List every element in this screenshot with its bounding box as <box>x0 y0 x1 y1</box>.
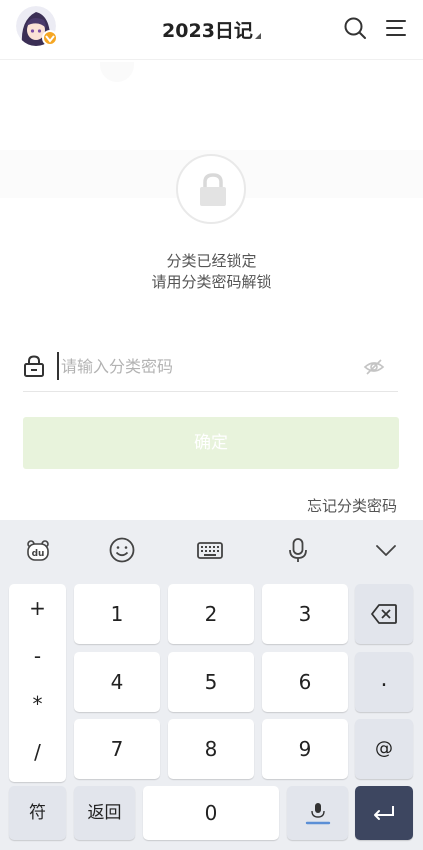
page-title[interactable]: 2023日记 <box>162 16 253 43</box>
dropdown-caret-icon[interactable] <box>254 33 261 39</box>
key-2[interactable]: 2 <box>168 584 254 644</box>
password-input[interactable] <box>57 352 347 380</box>
key-7[interactable]: 7 <box>74 719 160 779</box>
locked-title: 分类已经锁定 <box>166 252 257 270</box>
padlock-icon <box>200 173 226 206</box>
locked-message: 分类已经锁定 请用分类密码解锁 <box>0 251 423 293</box>
symbol-minus-key[interactable]: - <box>9 644 66 668</box>
dot-key[interactable]: . <box>355 652 413 712</box>
password-row <box>23 346 398 392</box>
key-8[interactable]: 8 <box>168 719 254 779</box>
collapse-keyboard-icon[interactable] <box>372 536 400 564</box>
baidu-icon[interactable]: du <box>24 536 52 564</box>
symbol-plus-key[interactable]: + <box>9 596 66 620</box>
enter-key[interactable] <box>355 786 413 840</box>
search-icon[interactable] <box>343 16 367 40</box>
keyboard-icon[interactable] <box>196 536 224 564</box>
lock-illustration <box>176 154 246 224</box>
back-key[interactable]: 返回 <box>74 786 135 840</box>
backspace-icon <box>371 604 397 624</box>
key-0[interactable]: 0 <box>143 786 279 840</box>
locked-hint: 请用分类密码解锁 <box>151 273 272 291</box>
key-5[interactable]: 5 <box>168 652 254 712</box>
symbols-key[interactable]: 符 <box>9 786 66 840</box>
microphone-icon[interactable] <box>284 536 312 564</box>
keyboard-toolbar: du <box>0 520 423 578</box>
voice-mic-icon <box>305 803 330 825</box>
menu-icon[interactable] <box>384 16 408 40</box>
key-9[interactable]: 9 <box>262 719 348 779</box>
symbol-column[interactable]: + - * / <box>9 584 66 782</box>
confirm-button[interactable]: 确定 <box>23 417 399 469</box>
voice-input-key[interactable] <box>287 786 348 840</box>
enter-icon <box>374 806 394 820</box>
forgot-password-link[interactable]: 忘记分类密码 <box>307 495 397 516</box>
numeric-keyboard: du + - * / 1 2 3 4 5 6 7 8 9 . @ 符 返回 0 <box>0 520 423 850</box>
lock-icon <box>23 354 45 378</box>
emoji-icon[interactable] <box>108 536 136 564</box>
symbol-asterisk-key[interactable]: * <box>9 692 66 716</box>
key-6[interactable]: 6 <box>262 652 348 712</box>
key-4[interactable]: 4 <box>74 652 160 712</box>
background-decoration <box>100 62 134 82</box>
symbol-slash-key[interactable]: / <box>9 740 66 764</box>
hide-password-eye-icon[interactable] <box>363 356 385 378</box>
top-bar: 2023日记 <box>0 0 423 60</box>
key-1[interactable]: 1 <box>74 584 160 644</box>
key-3[interactable]: 3 <box>262 584 348 644</box>
backspace-key[interactable] <box>355 584 413 644</box>
at-key[interactable]: @ <box>355 719 413 779</box>
svg-text:du: du <box>32 549 45 559</box>
